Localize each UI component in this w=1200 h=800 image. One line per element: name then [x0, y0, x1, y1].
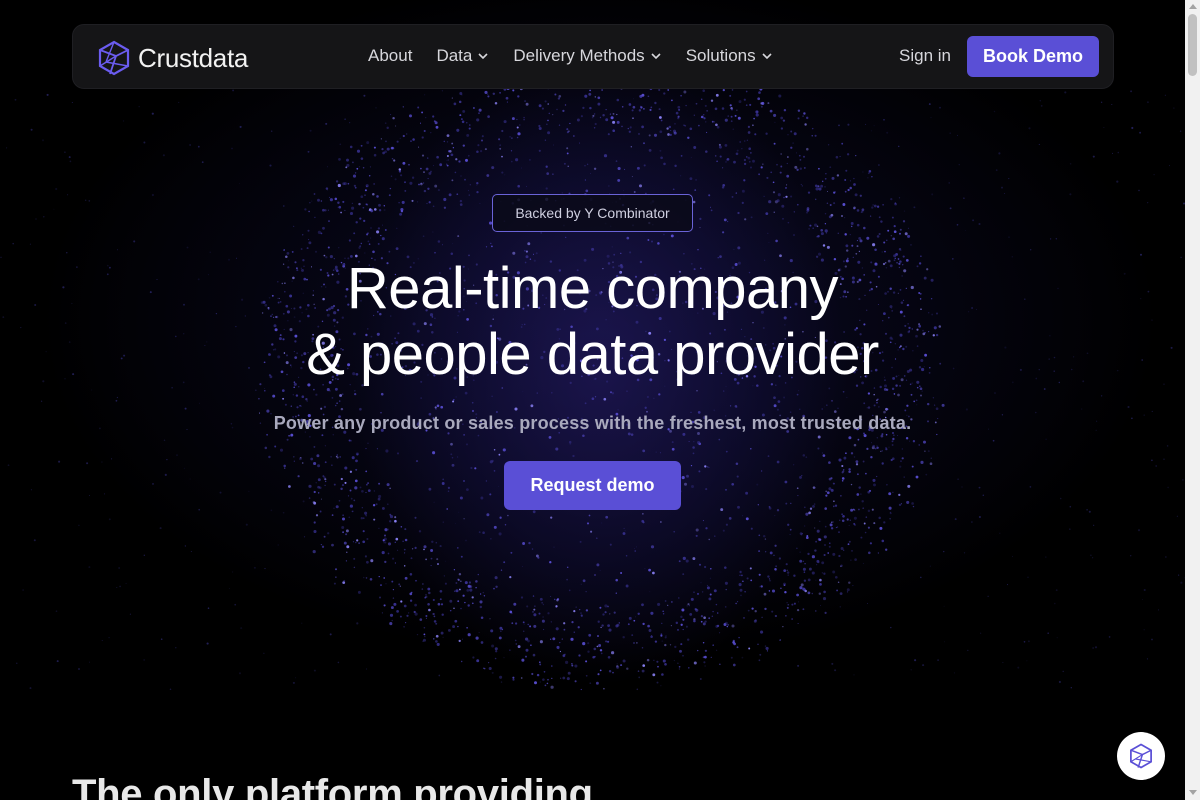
- brand-name: Crustdata: [138, 42, 249, 73]
- chat-widget-button[interactable]: [1117, 732, 1165, 780]
- scroll-down-arrow-icon[interactable]: [1189, 790, 1197, 795]
- hero-background: [0, 0, 1185, 800]
- yc-badge: Backed by Y Combinator: [492, 194, 693, 232]
- chevron-down-icon: [651, 53, 661, 60]
- primary-nav: About Data Delivery Methods Solutions: [368, 46, 773, 66]
- chevron-down-icon: [762, 53, 772, 60]
- nav-link-label: Data: [436, 46, 473, 65]
- request-demo-button[interactable]: Request demo: [504, 461, 681, 510]
- chevron-down-icon: [478, 53, 488, 60]
- hero-subheadline: Power any product or sales process with …: [273, 413, 912, 433]
- scroll-up-arrow-icon[interactable]: [1189, 4, 1197, 9]
- logo[interactable]: Crustdata: [96, 40, 248, 76]
- section-title: The only platform providing: [72, 772, 593, 800]
- crustdata-logo-icon: [98, 40, 130, 76]
- nav-link-delivery-methods[interactable]: Delivery Methods: [513, 46, 661, 66]
- crustdata-logo-icon: [1130, 743, 1152, 769]
- hero-headline-line2: & people data provider: [306, 322, 879, 387]
- hero-headline: Real-time company & people data provider: [200, 256, 985, 388]
- scroll-thumb[interactable]: [1188, 14, 1197, 76]
- nav-link-solutions[interactable]: Solutions: [686, 46, 773, 66]
- navbar: Crustdata About Data Delivery Methods So…: [72, 24, 1114, 89]
- particle-globe: [0, 49, 1185, 691]
- nav-link-label: Solutions: [685, 46, 756, 65]
- nav-link-label: About: [368, 46, 413, 65]
- book-demo-button[interactable]: Book Demo: [967, 36, 1099, 77]
- nav-link-label: Delivery Methods: [513, 46, 645, 65]
- hero-headline-line1: Real-time company: [346, 256, 839, 321]
- page-scrollbar[interactable]: [1185, 0, 1200, 800]
- nav-link-about[interactable]: About: [368, 46, 412, 66]
- sign-in-link[interactable]: Sign in: [899, 46, 951, 66]
- nav-link-data[interactable]: Data: [436, 46, 489, 66]
